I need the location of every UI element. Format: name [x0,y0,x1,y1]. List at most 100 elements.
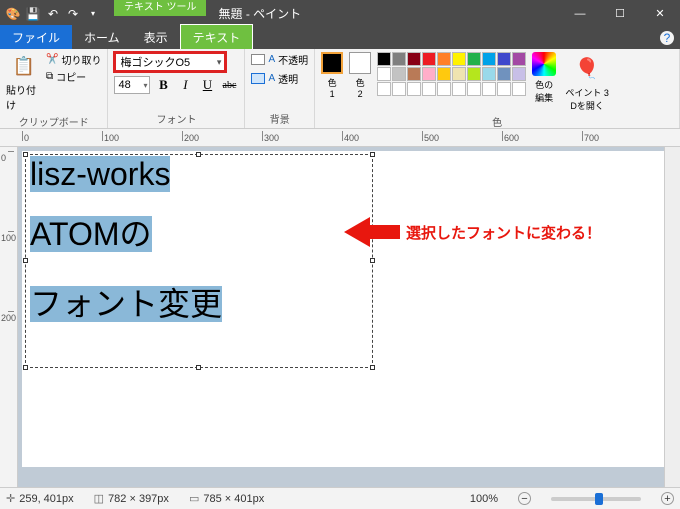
palette-swatch[interactable] [422,82,436,96]
copy-icon: ⧉ [46,71,53,82]
palette-swatch[interactable] [467,52,481,66]
palette-swatch[interactable] [407,67,421,81]
text-line1[interactable]: lisz-works [30,156,170,192]
palette-swatch[interactable] [467,67,481,81]
palette-swatch[interactable] [422,52,436,66]
palette-swatch[interactable] [467,82,481,96]
cursor-position: ✛259, 401px [6,492,74,505]
palette-swatch[interactable] [482,82,496,96]
ruler-horizontal: 0100200300400500600700 [0,129,680,147]
selection-icon: ◫ [94,492,104,505]
group-background-label: 背景 [251,109,308,128]
palette-swatch[interactable] [407,82,421,96]
text-line3[interactable]: フォント変更 [30,286,222,322]
group-font-label: フォント [114,109,238,128]
opaque-option[interactable]: A不透明 [251,52,308,67]
window-title: 無題 - ペイント [218,5,301,22]
font-size-dropdown[interactable]: 48 [114,76,150,94]
palette-swatch[interactable] [377,52,391,66]
transparent-icon [251,73,265,84]
palette-swatch[interactable] [392,52,406,66]
paint3d-icon: 🎈 [565,52,609,84]
palette-swatch[interactable] [512,67,526,81]
zoom-out-button[interactable]: − [518,492,531,505]
text-selection-box[interactable]: lisz-works ATOMの フォント変更 [25,154,373,368]
tab-view[interactable]: 表示 [132,25,180,49]
palette-swatch[interactable] [482,52,496,66]
palette-swatch[interactable] [482,67,496,81]
undo-icon[interactable]: ↶ [44,5,62,23]
palette-swatch[interactable] [452,52,466,66]
minimize-button[interactable]: — [560,0,600,27]
paint-3d-button[interactable]: 🎈 ペイント 3 Dを開く [562,52,612,112]
strikethrough-button[interactable]: abc [220,76,238,94]
tab-file[interactable]: ファイル [0,25,72,49]
close-button[interactable]: ✕ [640,0,680,27]
vertical-scrollbar[interactable] [664,147,680,487]
help-icon[interactable]: ? [660,31,674,45]
bold-button[interactable]: B [154,76,172,94]
paste-icon: 📋 [10,52,38,80]
font-name-dropdown[interactable]: 梅ゴシックO5 [114,52,226,72]
zoom-slider[interactable] [551,497,641,501]
title-bar: 🎨 💾 ↶ ↷ ▾ テキスト ツール 無題 - ペイント — ☐ ✕ [0,0,680,27]
maximize-button[interactable]: ☐ [600,0,640,27]
palette-swatch[interactable] [512,82,526,96]
palette-swatch[interactable] [407,52,421,66]
canvas-size-icon: ▭ [189,492,199,505]
underline-button[interactable]: U [198,76,216,94]
work-area: 0100200 lisz-works ATOMの フォント変更 選択したフォント… [0,147,680,487]
text-line2[interactable]: ATOMの [30,216,152,252]
ruler-vertical: 0100200 [0,147,18,487]
qat-dropdown-icon[interactable]: ▾ [84,5,102,23]
palette-swatch[interactable] [422,67,436,81]
paste-button[interactable]: 📋 貼り付け [6,52,42,112]
group-clipboard: 📋 貼り付け ✂️切り取り ⧉コピー クリップボード [0,49,108,128]
ribbon-tabs: ファイル ホーム 表示 テキスト ? [0,27,680,49]
color2-button[interactable]: 色 2 [349,52,371,99]
palette-swatch[interactable] [392,82,406,96]
palette-swatch[interactable] [512,52,526,66]
palette-swatch[interactable] [437,67,451,81]
tab-text[interactable]: テキスト [180,24,254,49]
paste-label: 貼り付け [6,82,42,112]
zoom-in-button[interactable]: + [661,492,674,505]
palette-swatch[interactable] [437,52,451,66]
cursor-icon: ✛ [6,492,15,505]
cut-button[interactable]: ✂️切り取り [46,52,101,67]
arrow-head-icon [344,217,370,247]
annotation-arrow: 選択したフォントに変わる！ [344,217,601,247]
copy-button[interactable]: ⧉コピー [46,69,101,84]
arrow-body [370,225,400,239]
italic-button[interactable]: I [176,76,194,94]
save-icon[interactable]: 💾 [24,5,42,23]
redo-icon[interactable]: ↷ [64,5,82,23]
zoom-thumb[interactable] [595,493,603,505]
status-bar: ✛259, 401px ◫782 × 397px ▭785 × 401px 10… [0,487,680,509]
zoom-value: 100% [470,493,498,505]
palette-swatch[interactable] [377,67,391,81]
contextual-tool-label: テキスト ツール [114,0,206,16]
edit-colors-button[interactable]: 色の 編集 [532,52,556,104]
tab-home[interactable]: ホーム [72,25,132,49]
palette-swatch[interactable] [497,82,511,96]
group-font: 梅ゴシックO5 48 B I U abc フォント [108,49,245,128]
ribbon: 📋 貼り付け ✂️切り取り ⧉コピー クリップボード 梅ゴシックO5 48 B … [0,49,680,129]
canvas[interactable]: lisz-works ATOMの フォント変更 選択したフォントに変わる！ [22,151,664,467]
transparent-option[interactable]: A透明 [251,71,308,86]
opaque-icon [251,54,265,65]
palette-swatch[interactable] [452,82,466,96]
palette-swatch[interactable] [452,67,466,81]
quick-access-toolbar: 🎨 💾 ↶ ↷ ▾ [0,5,106,23]
palette-swatch[interactable] [377,82,391,96]
app-icon: 🎨 [4,5,22,23]
palette-swatch[interactable] [437,82,451,96]
annotation-text: 選択したフォントに変わる！ [406,222,601,243]
palette-swatch[interactable] [497,52,511,66]
palette-swatch[interactable] [392,67,406,81]
color1-button[interactable]: 色 1 [321,52,343,99]
palette-swatch[interactable] [497,67,511,81]
group-background: A不透明 A透明 背景 [245,49,315,128]
color-palette[interactable] [377,52,526,96]
group-colors: 色 1 色 2 色の 編集 🎈 ペイント 3 Dを開く 色 [315,49,680,128]
